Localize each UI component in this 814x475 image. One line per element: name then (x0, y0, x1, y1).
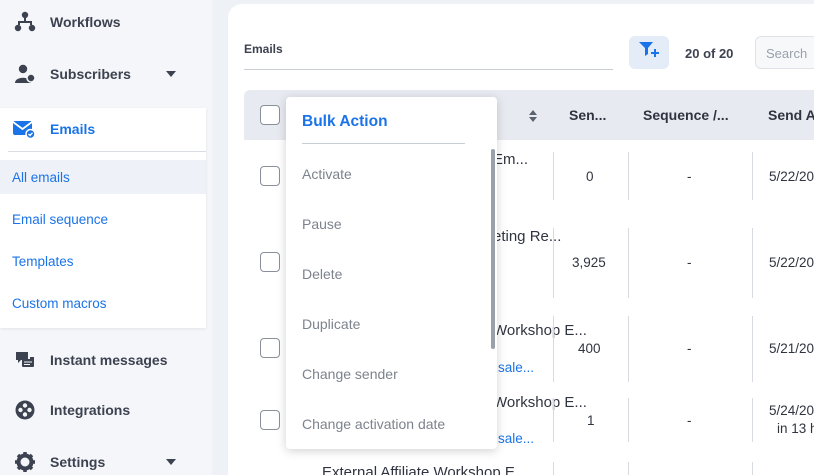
divider (628, 462, 629, 475)
sidebar-item-label: Settings (50, 454, 106, 470)
sidebar-item-label: Instant messages (50, 352, 168, 368)
email-subject-link[interactable]: sale... (498, 360, 534, 375)
email-name[interactable]: eting Re... (493, 228, 561, 245)
menu-item-change-activation-date[interactable]: Change activation date (302, 416, 445, 432)
sent-count: 400 (578, 341, 601, 356)
sequence-value: - (687, 413, 692, 428)
sidebar-item-emails[interactable]: Emails (0, 108, 206, 150)
divider (752, 316, 753, 382)
chevron-down-icon (166, 71, 176, 77)
divider (752, 228, 753, 298)
divider (752, 152, 753, 200)
sidebar-item-instant-messages[interactable]: Instant messages (0, 338, 206, 382)
divider (302, 143, 465, 144)
divider (553, 152, 554, 200)
workflow-icon (14, 11, 36, 33)
sidebar-subitem-all-emails[interactable]: All emails (0, 160, 206, 194)
sent-count: 1 (587, 413, 595, 428)
divider (553, 462, 554, 475)
email-name[interactable]: Em... (493, 151, 528, 168)
divider (244, 69, 613, 70)
sort-icon[interactable] (529, 109, 537, 127)
sidebar-item-settings[interactable]: Settings (0, 440, 206, 475)
row-checkbox[interactable] (260, 338, 280, 358)
menu-item-activate[interactable]: Activate (302, 166, 352, 182)
divider (628, 152, 629, 200)
sidebar: Workflows Subscribers Emails All emails … (0, 0, 212, 475)
sequence-value: - (687, 169, 692, 184)
column-header-sequence[interactable]: Sequence /... (643, 107, 729, 123)
email-name[interactable]: External Affiliate Workshop E... (322, 464, 527, 475)
row-checkbox[interactable] (260, 410, 280, 430)
row-checkbox[interactable] (260, 252, 280, 272)
column-header-send-at[interactable]: Send A (768, 107, 814, 123)
send-date: 5/22/20 (769, 255, 814, 270)
column-header-sent[interactable]: Sen... (569, 107, 606, 123)
sidebar-item-workflows[interactable]: Workflows (0, 0, 206, 44)
search-input[interactable]: Search (755, 36, 814, 69)
chevron-down-icon (166, 459, 176, 465)
email-name[interactable]: Workshop E... (493, 322, 587, 339)
sidebar-item-subscribers[interactable]: Subscribers (0, 52, 206, 96)
sidebar-emails-group: Emails All emails Email sequence Templat… (0, 108, 206, 328)
sidebar-item-label: Emails (50, 121, 96, 137)
bulk-action-title[interactable]: Bulk Action (302, 113, 388, 131)
send-date: 5/24/20 (769, 403, 814, 418)
email-name[interactable]: Workshop E... (493, 394, 587, 411)
chat-icon (14, 349, 36, 371)
menu-item-change-sender[interactable]: Change sender (302, 366, 398, 382)
sidebar-item-label: Integrations (50, 402, 131, 418)
subscribers-icon (14, 63, 36, 85)
email-subject-link[interactable]: sale... (498, 431, 534, 446)
menu-item-delete[interactable]: Delete (302, 266, 342, 282)
sidebar-item-integrations[interactable]: Integrations (0, 388, 206, 432)
divider (553, 228, 554, 298)
divider (553, 316, 554, 382)
menu-item-pause[interactable]: Pause (302, 216, 342, 232)
emails-tab[interactable]: Emails (244, 42, 283, 56)
sent-count: 0 (586, 169, 594, 184)
send-date: 5/21/20 (769, 341, 814, 356)
add-filter-button[interactable] (629, 36, 669, 69)
menu-scrollbar[interactable] (491, 149, 495, 349)
divider (628, 398, 629, 442)
divider (553, 398, 554, 442)
send-date: 5/22/20 (769, 169, 814, 184)
sent-count: 3,925 (572, 255, 606, 270)
divider (628, 316, 629, 382)
sidebar-subitem-email-sequence[interactable]: Email sequence (0, 202, 206, 236)
sidebar-item-label: Subscribers (50, 66, 131, 82)
divider (752, 398, 753, 442)
sidebar-subitem-custom-macros[interactable]: Custom macros (0, 286, 206, 320)
sequence-value: - (687, 255, 692, 270)
select-all-checkbox[interactable] (260, 105, 280, 125)
menu-item-duplicate[interactable]: Duplicate (302, 316, 360, 332)
divider (8, 151, 206, 152)
row-checkbox[interactable] (260, 166, 280, 186)
sequence-value: - (687, 341, 692, 356)
divider (628, 228, 629, 298)
bulk-action-menu: Bulk Action Activate Pause Delete Duplic… (286, 97, 497, 449)
result-count: 20 of 20 (685, 46, 734, 61)
integrations-icon (14, 399, 36, 421)
sidebar-subitem-templates[interactable]: Templates (0, 244, 206, 278)
gear-icon (14, 451, 36, 473)
send-relative-time: in 13 h (777, 421, 814, 436)
divider (752, 462, 753, 475)
filter-add-icon (638, 41, 660, 64)
sidebar-item-label: Workflows (50, 14, 121, 30)
emails-icon (12, 118, 36, 145)
